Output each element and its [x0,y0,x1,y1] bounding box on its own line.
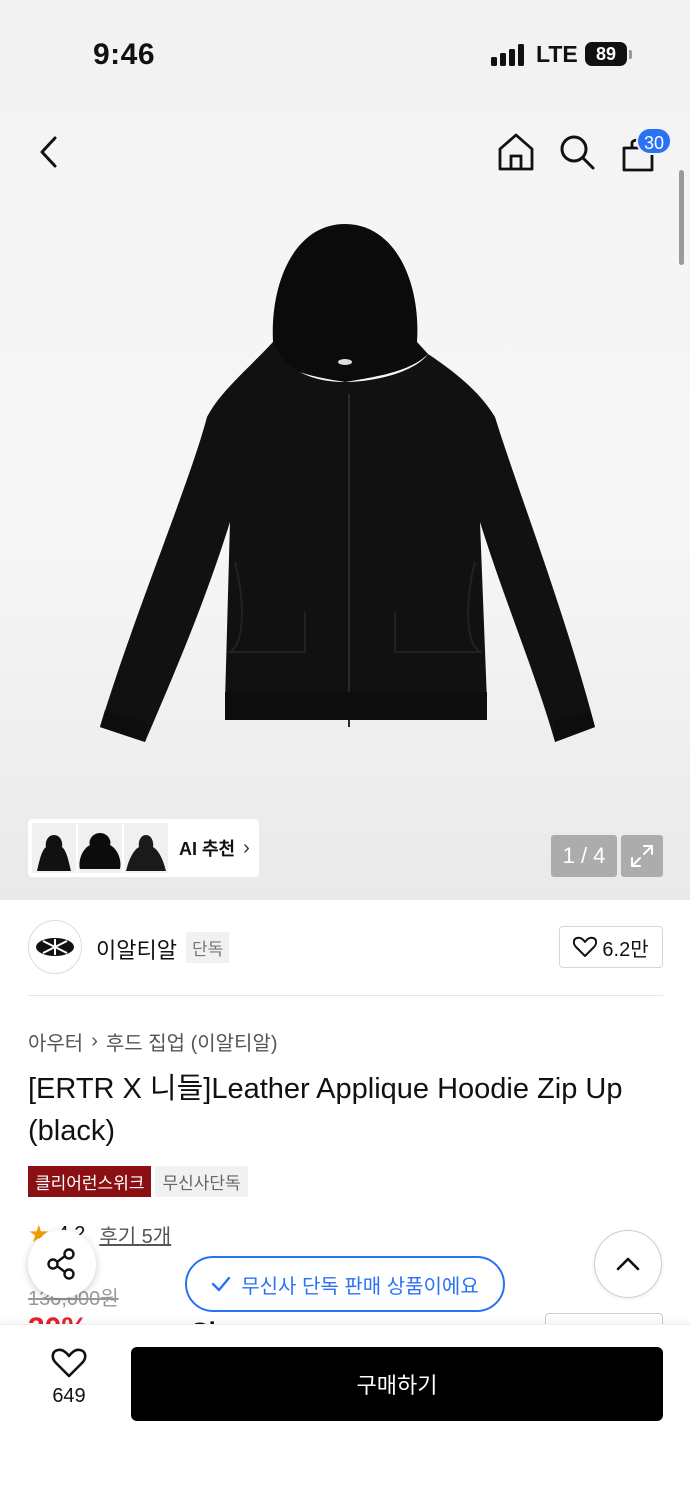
share-button[interactable] [28,1230,96,1298]
home-button[interactable] [495,130,537,174]
scroll-top-button[interactable] [594,1230,662,1298]
brand-like-button[interactable]: 6.2만 [559,926,663,968]
image-page-indicator: 1 / 4 [551,835,617,877]
search-button[interactable] [556,130,598,174]
ai-recommend-label: AI 추천 [179,839,236,859]
chevron-right-icon: › [243,836,250,859]
cart-count-badge: 30 [636,127,673,155]
exclusive-notice-text: 무신사 단독 판매 상품이에요 [241,1275,479,1298]
share-icon [47,1248,75,1280]
ai-thumbnail-2 [78,823,122,873]
brand-name[interactable]: 이알티알 [96,933,177,965]
exclusive-notice: 무신사 단독 판매 상품이에요 [185,1256,505,1312]
brand-exclusive-tag: 단독 [186,932,230,963]
breadcrumb: 아우터 › 후드 집업 (이알티알) [28,1027,278,1056]
product-image [100,224,595,742]
breadcrumb-subcategory[interactable]: 후드 집업 (이알티알) [106,1027,278,1056]
buy-button[interactable]: 구매하기 [131,1347,663,1421]
battery-tip [629,50,632,59]
brand-row: 이알티알 단독 6.2만 [28,920,663,976]
home-icon [498,133,534,171]
signal-icon [491,44,525,66]
product-title: [ERTR X 니들]Leather Applique Hoodie Zip U… [28,1073,623,1147]
search-icon [560,135,595,170]
check-icon [212,1276,231,1292]
wishlist-button[interactable]: 649 [40,1347,98,1427]
review-link[interactable]: 후기 5개 [99,1220,171,1249]
ai-thumbnail-1 [32,823,76,873]
tag-clearance: 클리어런스위크 [28,1166,152,1197]
battery-icon: 89 [585,42,627,66]
ai-recommend-button[interactable]: AI 추천 › [28,819,259,877]
brand-logo[interactable] [28,920,82,974]
network-label: LTE [536,41,578,67]
wishlist-count: 649 [52,1385,86,1407]
brand-like-count: 6.2만 [602,938,649,961]
expand-icon [631,845,653,867]
heart-icon [51,1348,87,1378]
bottom-action-bar: 649 구매하기 [0,1324,690,1500]
scrollbar[interactable] [679,170,684,265]
expand-image-button[interactable] [621,835,663,877]
chevron-up-icon [616,1257,640,1271]
status-time: 9:46 [93,38,156,71]
product-tags: 클리어런스위크 무신사단독 [28,1166,248,1197]
heart-icon [573,936,598,957]
breadcrumb-category[interactable]: 아우터 [28,1027,83,1056]
back-button[interactable] [28,130,68,174]
divider [28,995,663,996]
tag-exclusive: 무신사단독 [155,1166,248,1197]
ai-thumbnail-3 [124,823,168,873]
chevron-left-icon [40,136,57,168]
chevron-right-icon: › [91,1030,98,1052]
status-bar: 9:46 LTE 89 [0,0,690,110]
